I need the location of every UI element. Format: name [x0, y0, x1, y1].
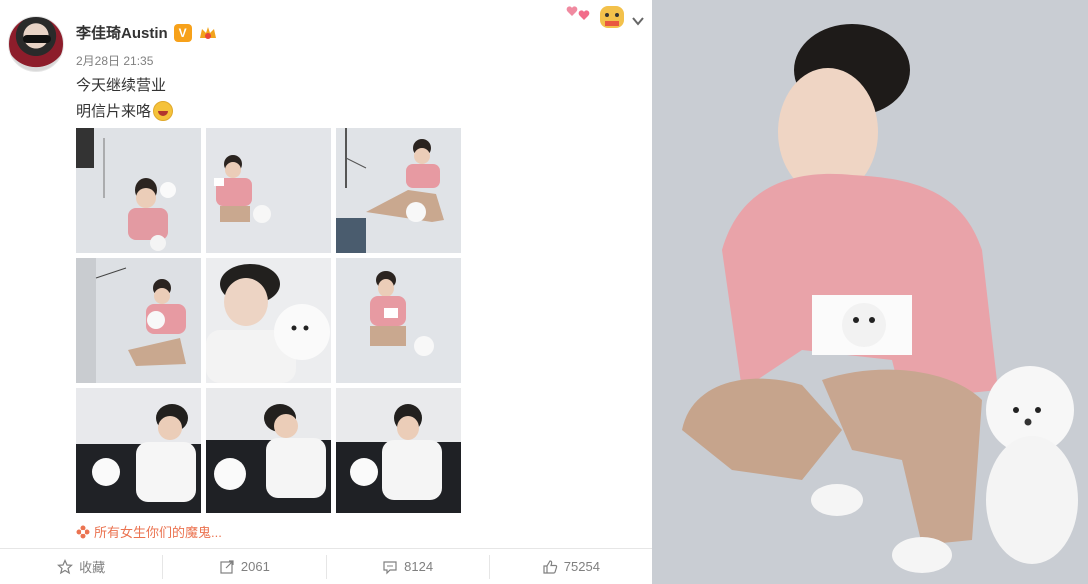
- chevron-down-icon[interactable]: [631, 14, 645, 28]
- repost-icon: [220, 559, 234, 574]
- photo-5[interactable]: [206, 258, 331, 383]
- photo-7[interactable]: [76, 388, 201, 513]
- laugh-emoji-icon: [153, 100, 174, 121]
- favorite-label: 收藏: [79, 560, 106, 575]
- repost-count: 2061: [240, 559, 270, 574]
- author-avatar[interactable]: [8, 16, 64, 72]
- member-crown-icon: [198, 24, 218, 42]
- photo-grid: [76, 128, 462, 514]
- author-name[interactable]: 李佳琦Austin: [76, 22, 168, 43]
- weibo-post-card: 李佳琦Austin V 2月28日 21:35 今天继续营业 明信片来咯 所有女…: [0, 0, 652, 584]
- comment-count: 8124: [404, 559, 434, 574]
- photo-3[interactable]: [336, 128, 461, 253]
- topic-link[interactable]: 所有女生你们的魔鬼...: [76, 522, 222, 541]
- topic-flower-icon: [76, 525, 90, 539]
- post-text-line-2: 明信片来咯: [76, 100, 174, 121]
- post-text-line-1: 今天继续营业: [76, 77, 167, 94]
- photo-8[interactable]: [206, 388, 331, 513]
- photo-6[interactable]: [336, 258, 461, 383]
- comment-icon: [383, 560, 397, 574]
- avatar-glasses: [23, 35, 51, 43]
- hearts-cat-decoration-icon: [562, 2, 628, 32]
- photo-9[interactable]: [336, 388, 461, 513]
- photo-2[interactable]: [206, 128, 331, 253]
- like-count: 75254: [563, 559, 600, 574]
- verified-badge-icon: V: [173, 23, 192, 42]
- like-button[interactable]: 75254: [490, 555, 652, 579]
- photo-1[interactable]: [76, 128, 201, 253]
- repost-button[interactable]: 2061: [163, 554, 327, 579]
- post-text-line-2-label: 明信片来咯: [76, 103, 152, 120]
- screen: 李佳琦Austin V 2月28日 21:35 今天继续营业 明信片来咯 所有女…: [0, 0, 1088, 584]
- topic-text: 所有女生你们的魔鬼...: [94, 525, 222, 540]
- enlarged-photo[interactable]: [652, 0, 1088, 584]
- like-icon: [543, 559, 558, 574]
- favorite-button[interactable]: 收藏: [0, 554, 164, 579]
- post-time[interactable]: 2月28日 21:35: [76, 52, 153, 69]
- action-bar: 收藏 2061 8124 75254: [0, 548, 652, 584]
- photo-4[interactable]: [76, 258, 201, 383]
- author-row: 李佳琦Austin V: [76, 22, 218, 43]
- star-icon: [57, 558, 74, 574]
- comment-button[interactable]: 8124: [327, 554, 490, 579]
